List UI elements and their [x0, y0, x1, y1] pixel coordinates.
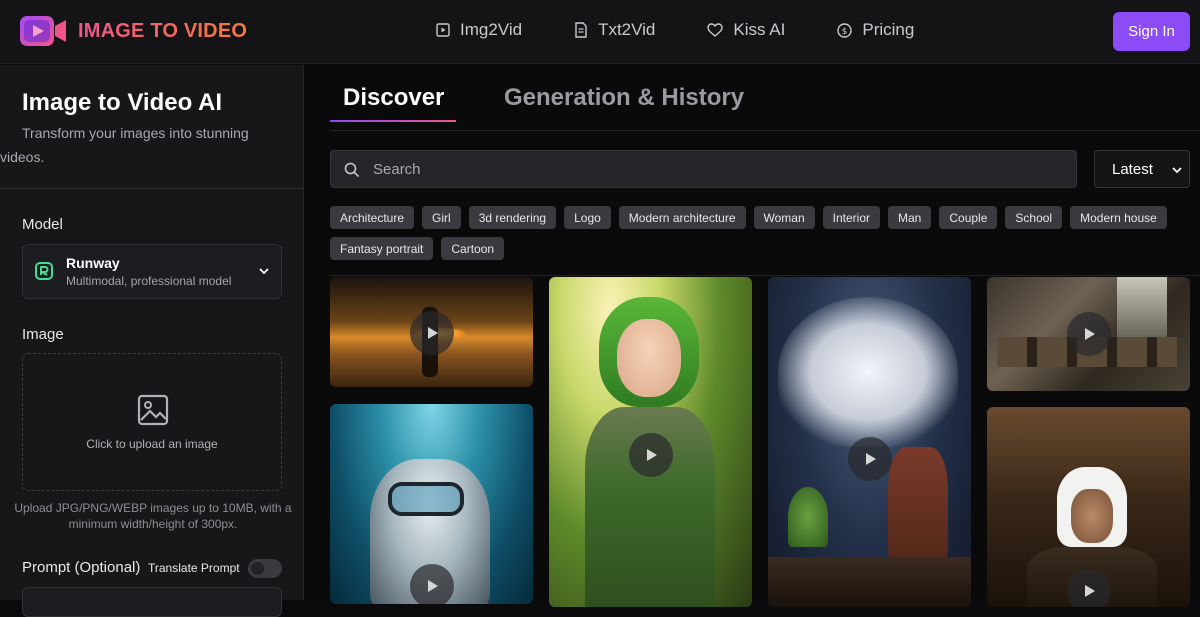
tag-chip[interactable]: Couple: [939, 206, 998, 229]
video-thumbnail[interactable]: [987, 407, 1190, 607]
tag-chip[interactable]: 3d rendering: [468, 206, 557, 229]
elf-face: [617, 319, 681, 397]
tag-chip[interactable]: Modern house: [1070, 206, 1167, 229]
image-upload-dropzone[interactable]: Click to upload an image: [22, 353, 282, 491]
model-select[interactable]: Runway Multimodal, professional model: [22, 244, 282, 299]
dollar-circle-icon: $: [837, 22, 853, 38]
svg-text:$: $: [842, 27, 848, 37]
tab-discover[interactable]: Discover: [343, 84, 444, 112]
model-label: Model: [22, 216, 63, 233]
play-button[interactable]: [410, 311, 454, 355]
play-icon: [647, 449, 657, 461]
image-label: Image: [22, 326, 64, 343]
nav-kiss-ai[interactable]: Kiss AI: [707, 20, 785, 40]
tag-chip[interactable]: School: [1005, 206, 1063, 229]
top-header: IMAGE TO VIDEO Img2Vid Txt2Vid Kiss AI $…: [0, 0, 1200, 64]
tag-chip[interactable]: Architecture: [330, 206, 415, 229]
nav-txt2vid[interactable]: Txt2Vid: [574, 20, 655, 40]
video-camera-icon: [18, 12, 68, 50]
play-square-icon: [436, 23, 450, 37]
sort-select[interactable]: Latest: [1094, 150, 1190, 188]
divider: [0, 188, 304, 189]
divider: [330, 275, 1200, 276]
tag-chip[interactable]: Man: [888, 206, 932, 229]
sort-value: Latest: [1112, 160, 1153, 178]
play-icon: [428, 327, 438, 339]
tag-filter-list: Architecture Girl 3d rendering Logo Mode…: [330, 206, 1190, 260]
sign-in-button[interactable]: Sign In: [1113, 12, 1190, 51]
runway-logo-icon: [35, 262, 53, 280]
translate-prompt-label: Translate Prompt: [148, 561, 240, 575]
heart-icon: [707, 23, 724, 37]
chevron-down-icon: [259, 268, 269, 275]
nav-label: Txt2Vid: [598, 20, 656, 39]
brand-name: IMAGE TO VIDEO: [78, 19, 248, 42]
nav-label: Pricing: [862, 20, 915, 39]
play-icon: [428, 580, 438, 592]
play-button[interactable]: [629, 433, 673, 477]
generator-sidebar: Image to Video AI Transform your images …: [0, 65, 304, 617]
active-tab-indicator: [330, 120, 456, 122]
nav-label: Img2Vid: [460, 20, 523, 39]
video-thumbnail[interactable]: [549, 277, 752, 607]
discover-panel: Discover Generation & History Latest Arc…: [305, 65, 1200, 607]
tab-generation-history[interactable]: Generation & History: [504, 84, 744, 112]
play-button[interactable]: [410, 564, 454, 604]
divider: [330, 130, 1200, 131]
play-button[interactable]: [1067, 312, 1111, 356]
nav-label: Kiss AI: [733, 20, 786, 39]
tag-chip[interactable]: Woman: [753, 206, 815, 229]
prompt-label: Prompt (Optional): [22, 559, 141, 576]
video-thumbnail[interactable]: [330, 404, 533, 604]
diving-mask: [388, 482, 464, 516]
search-bar: [330, 150, 1077, 188]
play-icon: [1085, 585, 1095, 597]
video-thumbnail[interactable]: [768, 277, 971, 607]
nav-img2vid[interactable]: Img2Vid: [436, 20, 522, 40]
tag-chip[interactable]: Fantasy portrait: [330, 237, 434, 260]
white-eagle-wings: [778, 297, 958, 447]
model-subtitle: Multimodal, professional model: [66, 274, 232, 288]
chevron-down-icon: [1172, 167, 1182, 174]
small-tree: [788, 487, 828, 547]
upload-text: Click to upload an image: [86, 437, 218, 451]
search-icon: [344, 162, 360, 178]
tag-chip[interactable]: Logo: [564, 206, 611, 229]
sidebar-title: Image to Video AI: [22, 89, 223, 116]
document-icon: [575, 22, 587, 38]
play-icon: [866, 453, 876, 465]
tag-chip[interactable]: Cartoon: [441, 237, 505, 260]
upload-hint: Upload JPG/PNG/WEBP images up to 10MB, w…: [14, 501, 292, 531]
translate-prompt-toggle[interactable]: [248, 559, 282, 578]
tag-chip[interactable]: Modern architecture: [618, 206, 746, 229]
nav-pricing[interactable]: $ Pricing: [837, 20, 914, 40]
tag-chip[interactable]: Girl: [422, 206, 461, 229]
window-light: [1117, 277, 1167, 337]
play-button[interactable]: [1067, 569, 1111, 607]
brand-logo-link[interactable]: IMAGE TO VIDEO: [18, 12, 247, 50]
sidebar-description: Transform your images into stunning vide…: [0, 125, 249, 165]
play-icon: [1085, 328, 1095, 340]
search-input[interactable]: [373, 151, 1063, 187]
play-button[interactable]: [848, 437, 892, 481]
model-name: Runway: [66, 255, 120, 271]
image-icon: [137, 394, 169, 426]
man-face: [1071, 489, 1113, 543]
tag-chip[interactable]: Interior: [822, 206, 881, 229]
prompt-textarea[interactable]: [22, 587, 282, 617]
main-nav: Img2Vid Txt2Vid Kiss AI $ Pricing: [436, 20, 966, 40]
video-thumbnail[interactable]: [987, 277, 1190, 391]
video-thumbnail[interactable]: [330, 277, 533, 387]
